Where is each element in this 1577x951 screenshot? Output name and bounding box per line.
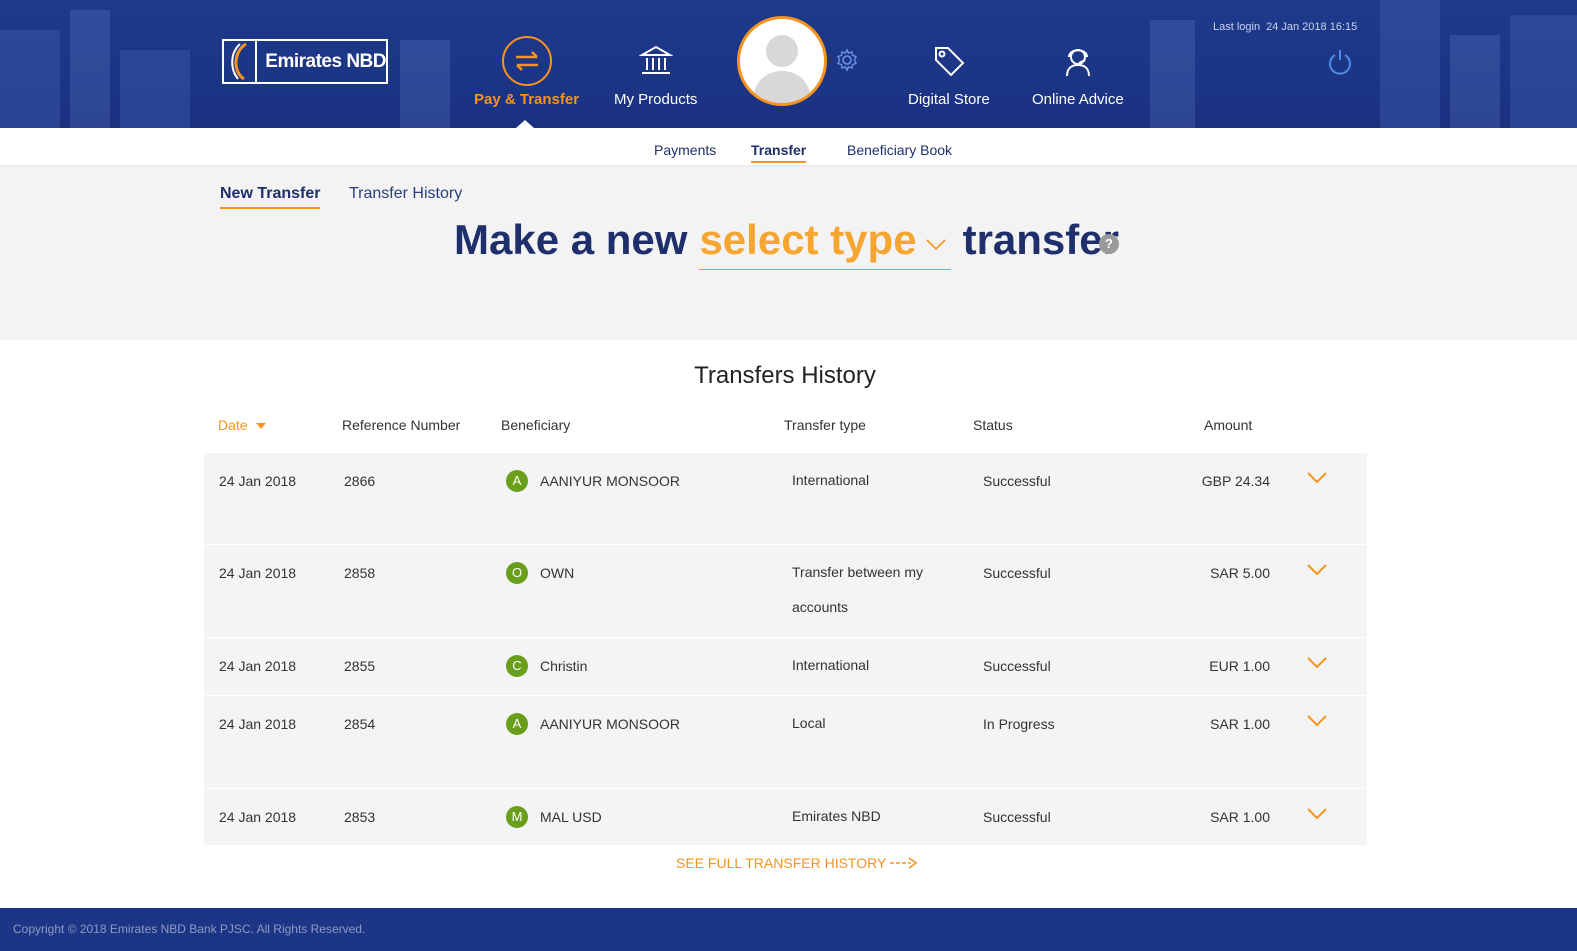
subnav-transfer[interactable]: Transfer <box>751 142 807 163</box>
transfer-type-select-label: select type <box>699 216 917 263</box>
tab-transfer-history[interactable]: Transfer History <box>349 185 462 203</box>
row-status: Successful <box>983 809 1051 825</box>
beneficiary-initial-badge: M <box>506 806 528 828</box>
row-beneficiary: OWN <box>540 565 575 581</box>
transfers-table: 24 Jan 2018 2866 A AANIYUR MONSOOR Inter… <box>204 453 1367 846</box>
logo-text: Emirates NBD <box>265 50 386 72</box>
subnav-payments[interactable]: Payments <box>654 142 716 158</box>
expand-chevron-icon[interactable] <box>1306 714 1328 728</box>
new-transfer-panel: New Transfer Transfer History Make a new… <box>0 166 1577 340</box>
nav-pay-transfer-label: Pay & Transfer <box>474 91 580 108</box>
help-icon[interactable]: ? <box>1099 234 1119 254</box>
history-title: Transfers History <box>694 362 876 389</box>
gear-icon[interactable] <box>835 48 859 72</box>
last-login: Last login 24 Jan 2018 16:15 <box>1213 21 1357 33</box>
row-date: 24 Jan 2018 <box>219 565 297 581</box>
row-status: Successful <box>983 473 1051 489</box>
copyright-text: Copyright © 2018 Emirates NBD Bank PJSC.… <box>13 922 366 936</box>
column-header-type: Transfer type <box>784 417 866 433</box>
row-amount: SAR 5.00 <box>1210 565 1270 581</box>
row-reference: 2854 <box>344 716 376 732</box>
nav-online-advice-label: Online Advice <box>1032 91 1124 108</box>
beneficiary-initial-badge: A <box>506 713 528 735</box>
row-amount: SAR 1.00 <box>1210 809 1270 825</box>
row-status: Successful <box>983 565 1051 581</box>
column-header-beneficiary: Beneficiary <box>501 417 571 433</box>
tab-new-transfer[interactable]: New Transfer <box>220 185 321 209</box>
expand-chevron-icon[interactable] <box>1306 563 1328 577</box>
sort-desc-icon <box>255 423 266 430</box>
row-transfer-type: International <box>792 657 870 673</box>
row-reference: 2866 <box>344 473 376 489</box>
see-full-history-link[interactable]: SEE FULL TRANSFER HISTORY <box>676 855 919 871</box>
row-date: 24 Jan 2018 <box>219 658 297 674</box>
table-row[interactable]: 24 Jan 2018 2854 A AANIYUR MONSOOR Local… <box>204 696 1367 789</box>
nav-online-advice[interactable]: Online Advice <box>1032 36 1124 108</box>
column-header-status: Status <box>973 417 1013 433</box>
expand-chevron-icon[interactable] <box>1306 471 1328 485</box>
row-date: 24 Jan 2018 <box>219 473 297 489</box>
beneficiary-initial-badge: C <box>506 655 528 677</box>
row-transfer-type: International <box>792 472 870 488</box>
headset-advisor-icon <box>1053 36 1103 86</box>
table-row[interactable]: 24 Jan 2018 2855 C Christin Internationa… <box>204 638 1367 696</box>
price-tag-icon <box>924 36 974 86</box>
user-avatar[interactable] <box>737 16 827 106</box>
row-reference: 2855 <box>344 658 376 674</box>
column-header-date-label: Date <box>218 417 248 433</box>
row-status: In Progress <box>983 716 1055 732</box>
sub-navigation: Payments Transfer Beneficiary Book <box>0 128 1577 166</box>
headline-prefix: Make a new <box>454 216 688 263</box>
row-amount: GBP 24.34 <box>1201 473 1270 489</box>
active-nav-caret <box>516 120 534 128</box>
power-logout-icon[interactable] <box>1326 48 1354 76</box>
chevron-down-icon <box>926 239 946 251</box>
row-reference: 2858 <box>344 565 376 581</box>
column-header-date[interactable]: Date <box>218 417 266 433</box>
row-date: 24 Jan 2018 <box>219 716 297 732</box>
row-amount: EUR 1.00 <box>1209 658 1270 674</box>
logo-mark-icon <box>224 41 258 82</box>
table-row[interactable]: 24 Jan 2018 2853 M MAL USD Emirates NBD … <box>204 789 1367 846</box>
see-full-history-label: SEE FULL TRANSFER HISTORY <box>676 855 887 871</box>
nav-digital-store-label: Digital Store <box>908 91 990 108</box>
transfer-type-headline: Make a new select type transfer <box>454 216 1119 276</box>
last-login-label: Last login <box>1213 21 1261 33</box>
transfer-type-select[interactable]: select type <box>699 216 951 270</box>
page-footer: Copyright © 2018 Emirates NBD Bank PJSC.… <box>0 908 1577 951</box>
nav-pay-transfer[interactable]: Pay & Transfer <box>474 36 579 108</box>
nav-my-products-label: My Products <box>614 91 698 108</box>
row-beneficiary: AANIYUR MONSOOR <box>540 473 681 489</box>
row-status: Successful <box>983 658 1051 674</box>
last-login-value: 24 Jan 2018 16:15 <box>1266 21 1358 33</box>
row-transfer-type: Local <box>792 715 826 731</box>
table-row[interactable]: 24 Jan 2018 2866 A AANIYUR MONSOOR Inter… <box>204 453 1367 545</box>
row-amount: SAR 1.00 <box>1210 716 1270 732</box>
top-header: Emirates NBD Pay & Transfer My Products <box>0 0 1577 128</box>
row-date: 24 Jan 2018 <box>219 809 297 825</box>
subnav-beneficiary-book[interactable]: Beneficiary Book <box>847 142 952 158</box>
expand-chevron-icon[interactable] <box>1306 656 1328 670</box>
beneficiary-initial-badge: A <box>506 470 528 492</box>
beneficiary-initial-badge: O <box>506 562 528 584</box>
column-header-amount: Amount <box>1204 417 1253 433</box>
dashed-arrow-right-icon <box>890 857 918 869</box>
row-beneficiary: AANIYUR MONSOOR <box>540 716 681 732</box>
table-row[interactable]: 24 Jan 2018 2858 O OWN Transfer between … <box>204 545 1367 638</box>
expand-chevron-icon[interactable] <box>1306 807 1328 821</box>
nav-my-products[interactable]: My Products <box>614 36 697 108</box>
headline-suffix: transfer <box>962 216 1119 263</box>
row-reference: 2853 <box>344 809 376 825</box>
nav-digital-store[interactable]: Digital Store <box>908 36 990 108</box>
row-beneficiary: Christin <box>540 658 588 674</box>
emirates-nbd-logo[interactable]: Emirates NBD <box>222 39 388 84</box>
column-header-reference: Reference Number <box>342 417 461 433</box>
transfer-arrows-icon <box>501 36 552 86</box>
row-transfer-type: Transfer between my accounts <box>792 564 923 615</box>
bank-building-icon <box>631 36 681 86</box>
row-beneficiary: MAL USD <box>540 809 602 825</box>
row-transfer-type: Emirates NBD <box>792 808 881 824</box>
